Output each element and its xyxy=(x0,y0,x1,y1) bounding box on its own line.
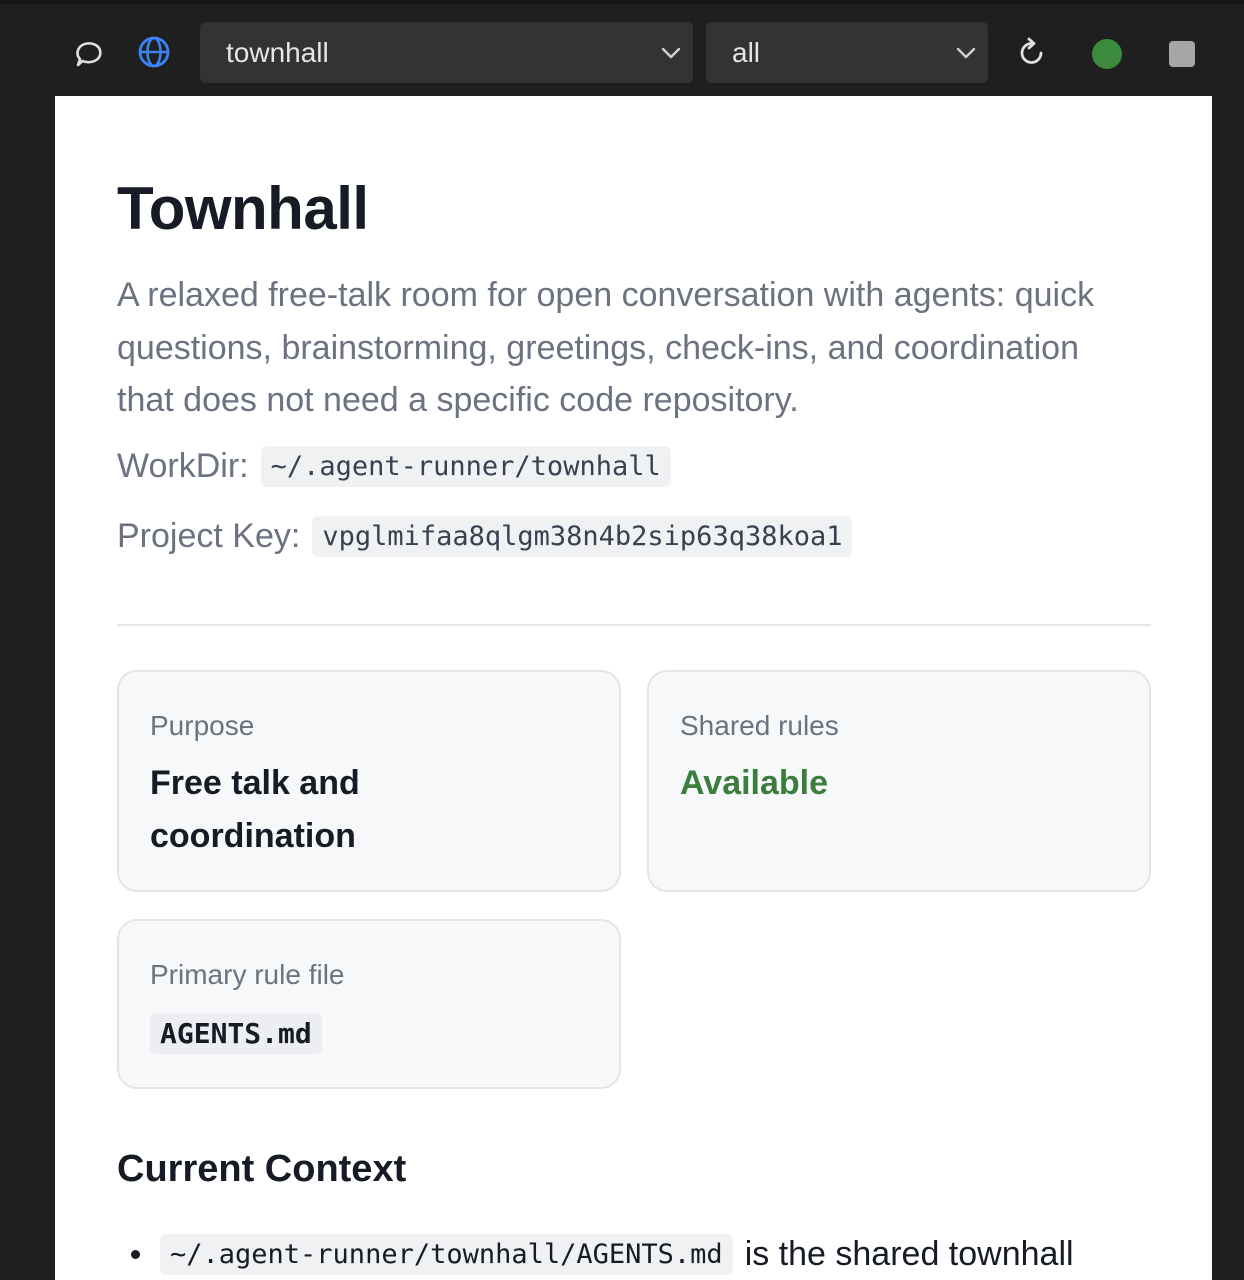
globe-icon[interactable] xyxy=(134,32,174,72)
divider xyxy=(117,624,1151,626)
project-key-row: Project Key: vpglmifaa8qlgm38n4b2sip63q3… xyxy=(117,516,853,557)
bullet-dot xyxy=(131,1250,140,1259)
chevron-down-icon xyxy=(659,40,683,64)
list-item: ~/.agent-runner/townhall/AGENTS.md is th… xyxy=(131,1234,1074,1275)
chat-bubble-icon[interactable] xyxy=(68,34,108,74)
project-info-panel: Townhall A relaxed free-talk room for op… xyxy=(55,96,1212,1280)
workdir-row: WorkDir: ~/.agent-runner/townhall xyxy=(117,446,671,487)
context-item-code: ~/.agent-runner/townhall/AGENTS.md xyxy=(160,1234,733,1275)
project-key-value: vpglmifaa8qlgm38n4b2sip63q38koa1 xyxy=(312,516,853,557)
project-select[interactable]: townhall xyxy=(200,22,693,83)
filter-select[interactable]: all xyxy=(706,22,988,83)
stop-button[interactable] xyxy=(1169,41,1195,67)
primary-rule-file-value: AGENTS.md xyxy=(150,1013,322,1054)
primary-rule-file-label: Primary rule file xyxy=(150,959,345,990)
connection-status-indicator xyxy=(1092,39,1122,69)
project-key-label: Project Key: xyxy=(117,517,301,555)
purpose-card: Purpose Free talk and coordination xyxy=(117,670,621,892)
refresh-icon[interactable] xyxy=(1012,33,1052,73)
current-context-heading: Current Context xyxy=(117,1148,407,1190)
purpose-card-value: Free talk and coordination xyxy=(150,764,360,855)
shared-rules-status: Available xyxy=(680,764,829,802)
workdir-label: WorkDir: xyxy=(117,447,249,485)
window-top-edge xyxy=(0,0,1244,4)
workdir-value: ~/.agent-runner/townhall xyxy=(260,446,671,487)
chevron-down-icon xyxy=(954,40,978,64)
context-item-text: is the shared townhall xyxy=(744,1235,1074,1273)
page-description: A relaxed free-talk room for open conver… xyxy=(117,276,1095,419)
top-toolbar: townhall all xyxy=(0,0,1244,96)
filter-select-value: all xyxy=(732,36,761,68)
primary-rule-file-card: Primary rule file AGENTS.md xyxy=(117,919,621,1089)
shared-rules-card-label: Shared rules xyxy=(680,710,839,741)
page-title: Townhall xyxy=(117,175,369,242)
shared-rules-card: Shared rules Available xyxy=(647,670,1151,892)
project-select-value: townhall xyxy=(226,36,329,68)
purpose-card-label: Purpose xyxy=(150,710,255,741)
